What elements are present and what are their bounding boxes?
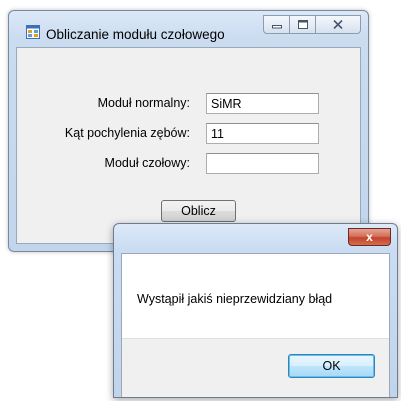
label-modul-normalny: Moduł normalny: [97, 96, 190, 110]
label-modul-czolowy: Moduł czołowy: [104, 156, 190, 170]
close-icon: x [366, 230, 373, 244]
modul-normalny-input[interactable] [206, 93, 319, 114]
modul-czolowy-input[interactable] [206, 153, 319, 174]
main-client-area: Moduł normalny: Kąt pochylenia zębów: Mo… [16, 47, 361, 244]
dialog-close-button[interactable]: x [348, 228, 391, 246]
oblicz-button[interactable]: Oblicz [161, 200, 236, 222]
close-icon [333, 20, 343, 29]
dialog-client-area: Wystąpił jakiś nieprzewidziany błąd OK [121, 253, 390, 397]
minimize-icon [271, 24, 282, 28]
error-dialog: x Wystąpił jakiś nieprzewidziany błąd OK [113, 223, 398, 398]
dialog-footer: OK [122, 338, 389, 397]
windows-form-icon [26, 25, 40, 39]
dialog-message: Wystąpił jakiś nieprzewidziany błąd [137, 292, 333, 306]
main-window: Obliczanie modułu czołowego Moduł normal… [8, 10, 369, 252]
kat-pochylenia-input[interactable] [206, 123, 319, 144]
window-title: Obliczanie modułu czołowego [46, 27, 225, 42]
label-kat-pochylenia: Kąt pochylenia zębów: [64, 126, 190, 140]
maximize-icon [297, 20, 308, 29]
main-titlebar[interactable]: Obliczanie modułu czołowego [9, 11, 368, 43]
caption-buttons [263, 15, 361, 35]
close-button[interactable] [316, 15, 361, 34]
ok-button[interactable]: OK [288, 354, 375, 378]
minimize-button[interactable] [263, 15, 290, 34]
maximize-button[interactable] [290, 15, 316, 34]
